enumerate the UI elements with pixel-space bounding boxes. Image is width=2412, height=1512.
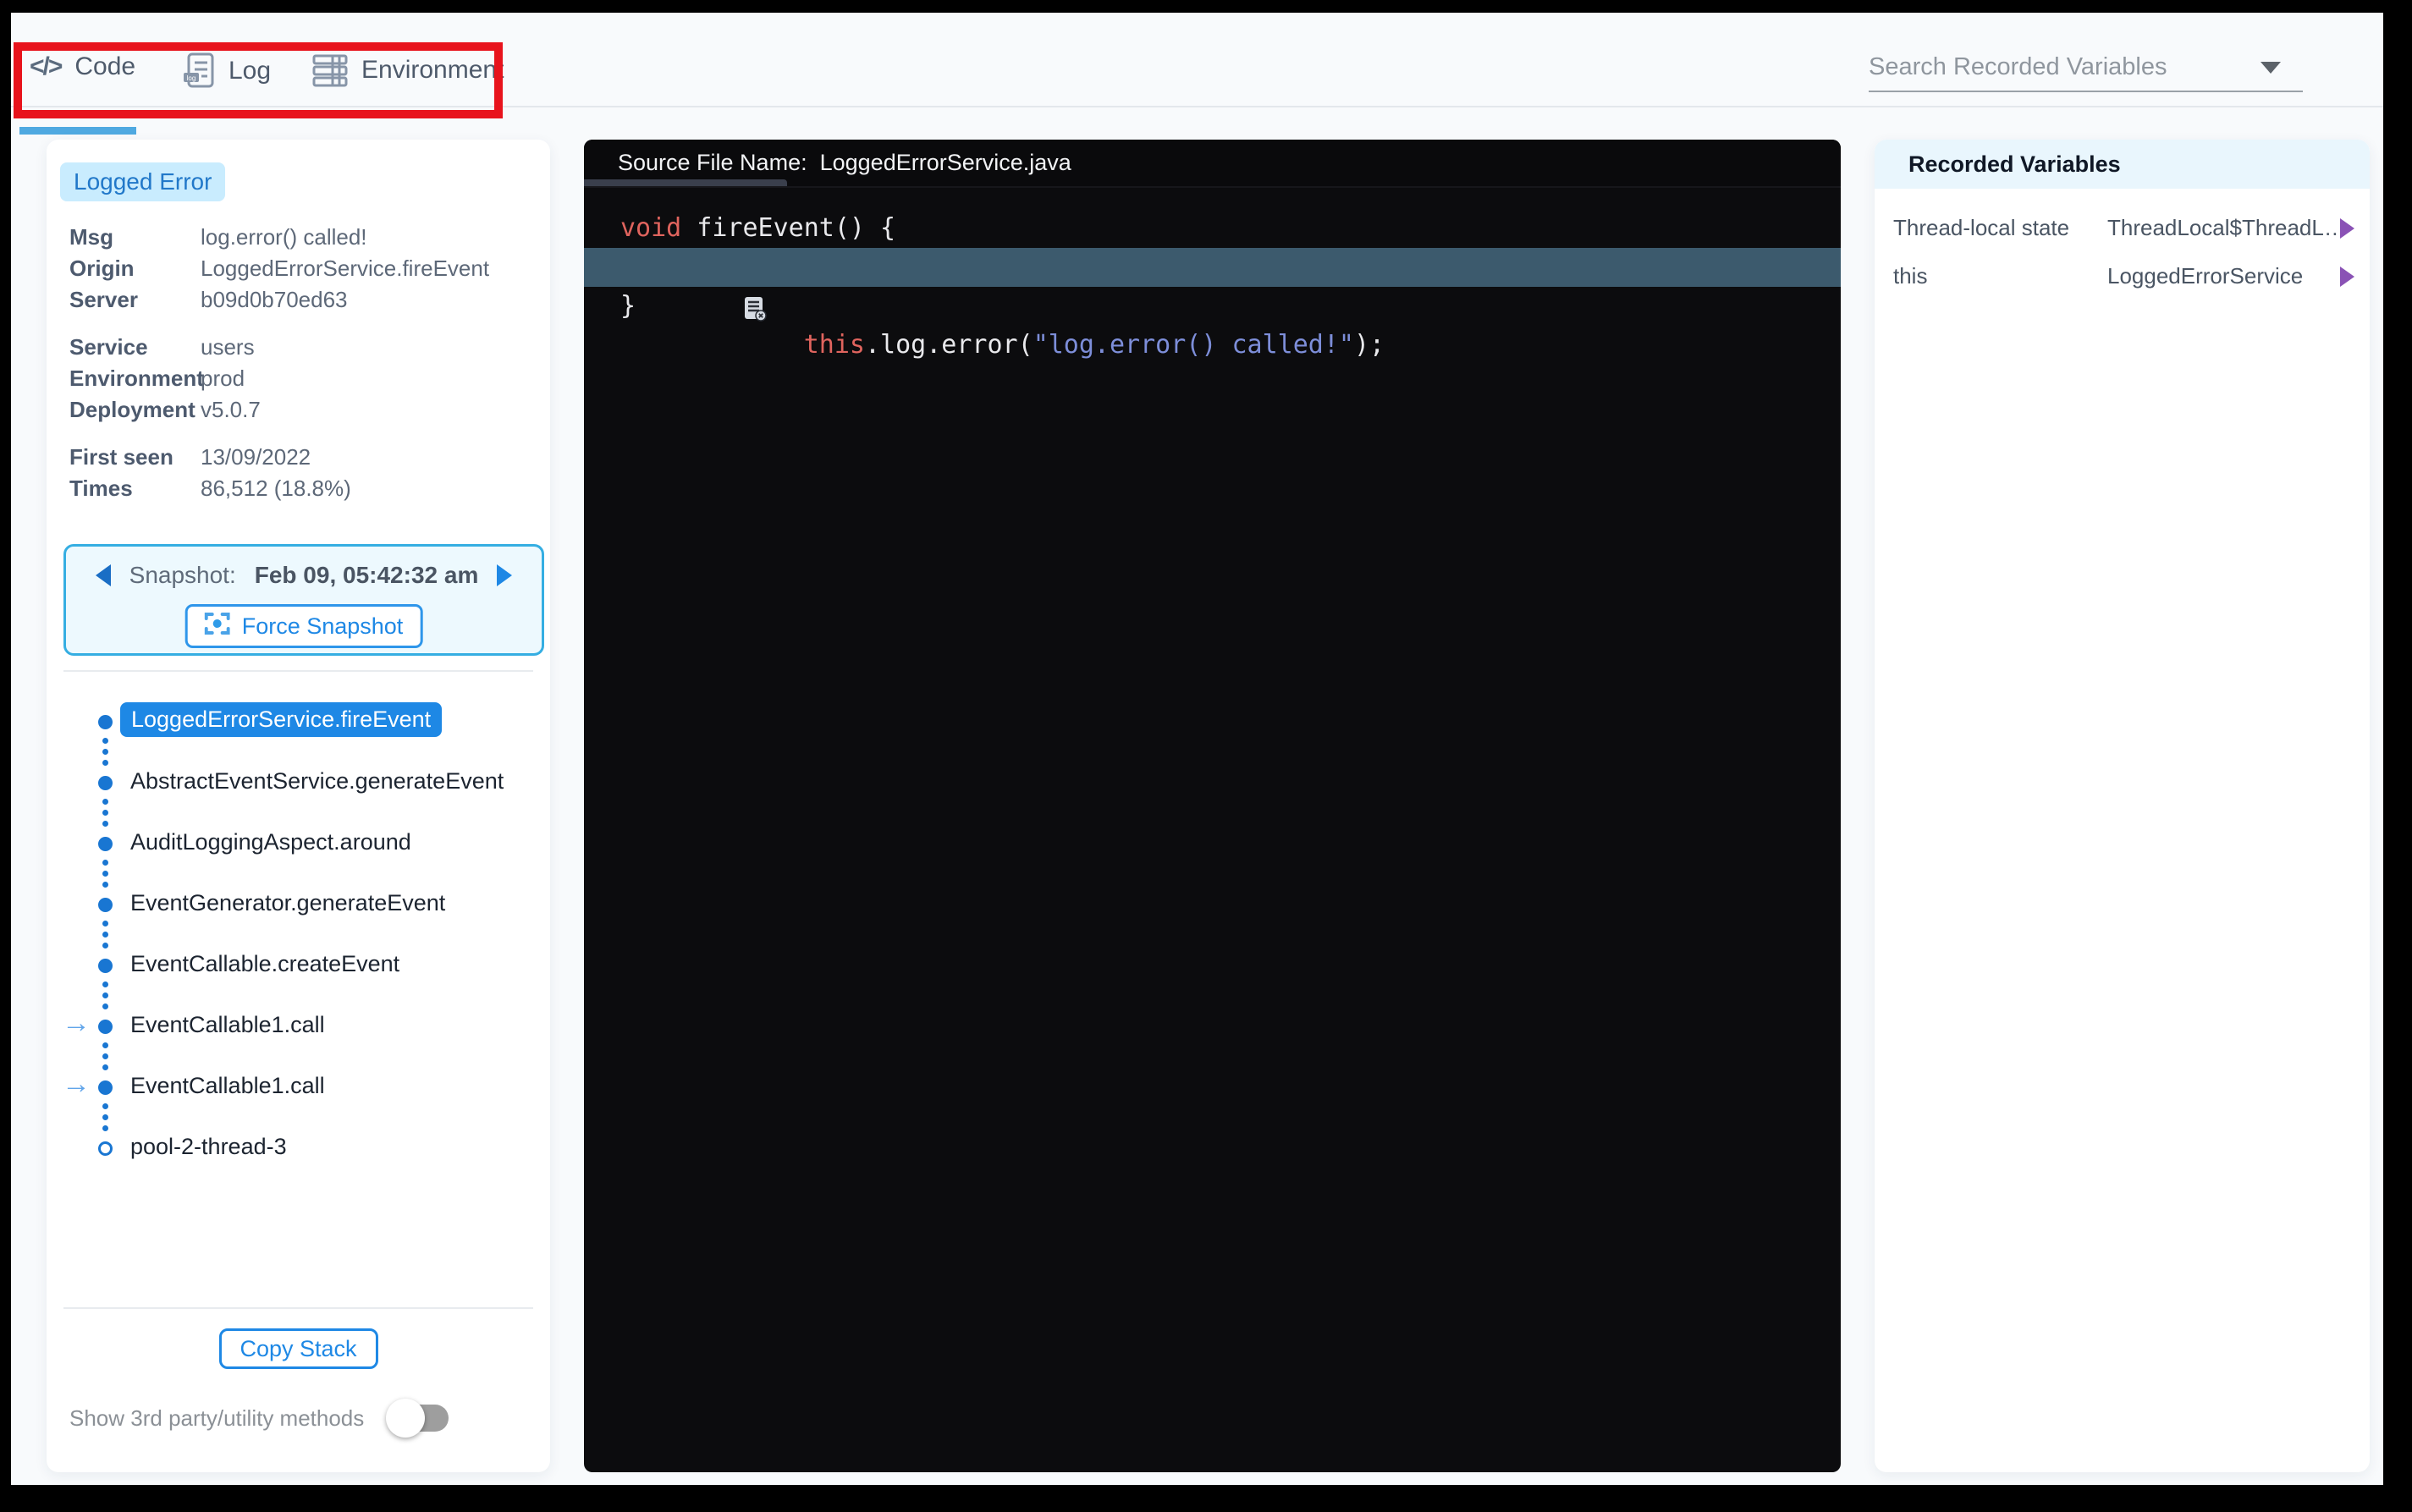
tab-log[interactable]: log Log [183, 52, 271, 90]
environment-icon [312, 52, 348, 88]
force-snapshot-label: Force Snapshot [242, 613, 404, 640]
stack-bullet-icon [98, 837, 113, 851]
snapshot-prefix: Snapshot: [129, 562, 236, 589]
variable-value: ThreadLocal$ThreadL… [2107, 204, 2346, 252]
detail-row: OriginLoggedErrorService.fireEvent [69, 253, 550, 284]
snapshot-timestamp: Feb 09, 05:42:32 am [255, 562, 479, 589]
stack-bullet-icon [98, 1080, 113, 1095]
thread-bullet-icon [98, 1141, 113, 1156]
stack-frame[interactable]: AuditLoggingAspect.around [47, 813, 550, 874]
detail-row: Deploymentv5.0.7 [69, 394, 550, 426]
stack-frame-label[interactable]: EventCallable.createEvent [130, 951, 399, 977]
tab-log-label: Log [229, 57, 271, 85]
stack-frame-label[interactable]: AbstractEventService.generateEvent [130, 768, 504, 794]
source-file-name: LoggedErrorService.java [820, 150, 1071, 175]
svg-text:log: log [187, 74, 196, 82]
stack-bullet-icon [98, 776, 113, 790]
detail-row: Times86,512 (18.8%) [69, 473, 550, 504]
code-area: void fireEvent() { this.log.error("log.e… [584, 188, 1841, 326]
stack-frame-label[interactable]: AuditLoggingAspect.around [130, 829, 411, 855]
force-snapshot-icon [205, 611, 230, 642]
toggle-knob [386, 1399, 425, 1438]
stack-frame-thread[interactable]: pool-2-thread-3 [47, 1118, 550, 1179]
variable-row[interactable]: Thread-local state ThreadLocal$ThreadL… [1875, 204, 2370, 252]
previous-snapshot-arrow[interactable] [96, 564, 111, 586]
variable-row[interactable]: this LoggedErrorService [1875, 252, 2370, 300]
search-input[interactable] [1869, 47, 2241, 81]
code-icon: </> [30, 52, 61, 81]
current-frame-arrow-icon: → [62, 1068, 91, 1101]
active-tab-underline [19, 127, 136, 135]
stack-frame-label[interactable]: EventCallable1.call [130, 1073, 325, 1099]
toggle-label: Show 3rd party/utility methods [69, 1405, 364, 1432]
divider [63, 670, 533, 672]
recorded-variables-panel: Recorded Variables Thread-local state Th… [1875, 140, 2370, 1472]
variable-name: this [1893, 252, 1927, 300]
tab-code-label: Code [74, 52, 135, 81]
stack-frame[interactable]: LoggedErrorService.fireEvent [47, 691, 550, 752]
stack-trace-list: LoggedErrorService.fireEvent AbstractEve… [47, 691, 550, 1179]
tab-environment-label: Environment [361, 56, 504, 85]
error-details-panel: Logged Error Msglog.error() called! Orig… [47, 140, 550, 1472]
stack-frame[interactable]: → EventCallable1.call [47, 1057, 550, 1118]
code-editor: Source File Name: LoggedErrorService.jav… [584, 140, 1841, 1472]
third-party-toggle[interactable] [386, 1403, 449, 1433]
stack-bullet-icon [98, 959, 113, 973]
third-party-toggle-row: Show 3rd party/utility methods [69, 1403, 449, 1433]
detail-row: Serviceusers [69, 332, 550, 363]
stack-frame[interactable]: AbstractEventService.generateEvent [47, 752, 550, 813]
detail-row: First seen13/09/2022 [69, 442, 550, 473]
detail-row: Msglog.error() called! [69, 222, 550, 253]
stack-frame-label[interactable]: LoggedErrorService.fireEvent [120, 702, 442, 737]
detail-row: Environmentprod [69, 363, 550, 394]
chevron-down-icon[interactable] [2261, 62, 2281, 74]
recorded-variables-title: Recorded Variables [1875, 140, 2370, 189]
tab-code[interactable]: </> Code [30, 52, 135, 81]
error-type-badge: Logged Error [60, 162, 225, 201]
source-file-label: Source File Name: [618, 150, 807, 175]
stack-frame[interactable]: EventCallable.createEvent [47, 935, 550, 996]
stack-bullet-icon [98, 898, 113, 912]
current-frame-arrow-icon: → [62, 1007, 91, 1040]
editor-tab-underline [584, 179, 787, 186]
code-line[interactable]: } [584, 287, 1841, 326]
stack-frame-label[interactable]: EventGenerator.generateEvent [130, 890, 445, 916]
variable-value: LoggedErrorService [2107, 252, 2303, 300]
stack-frame[interactable]: → EventCallable1.call [47, 996, 550, 1057]
expand-variable-icon[interactable] [2340, 218, 2354, 239]
expand-variable-icon[interactable] [2340, 267, 2354, 287]
next-snapshot-arrow[interactable] [497, 564, 512, 586]
search-recorded-variables [1869, 47, 2303, 92]
code-line-highlighted[interactable]: this.log.error("log.error() called!"); [584, 248, 1841, 287]
code-line[interactable]: void fireEvent() { [584, 209, 1841, 248]
snapshot-navigator: Snapshot: Feb 09, 05:42:32 am Force Snap… [63, 544, 544, 656]
stack-frame-label[interactable]: EventCallable1.call [130, 1012, 325, 1038]
detail-row: Serverb09d0b70ed63 [69, 284, 550, 316]
divider [63, 1307, 533, 1309]
variable-name: Thread-local state [1893, 204, 2069, 252]
stack-bullet-icon [98, 1020, 113, 1034]
copy-stack-button[interactable]: Copy Stack [218, 1328, 377, 1369]
tab-environment[interactable]: Environment [312, 52, 504, 88]
tabbar-divider [11, 106, 2383, 107]
editor-header: Source File Name: LoggedErrorService.jav… [584, 140, 1841, 188]
stack-frame[interactable]: EventGenerator.generateEvent [47, 874, 550, 935]
log-icon: log [183, 52, 215, 90]
error-detail-list: Msglog.error() called! OriginLoggedError… [69, 222, 550, 504]
app-page: </> Code log Log [11, 13, 2383, 1485]
force-snapshot-button[interactable]: Force Snapshot [185, 604, 423, 648]
stack-frame-label[interactable]: pool-2-thread-3 [130, 1134, 287, 1160]
stack-bullet-icon [98, 715, 113, 729]
